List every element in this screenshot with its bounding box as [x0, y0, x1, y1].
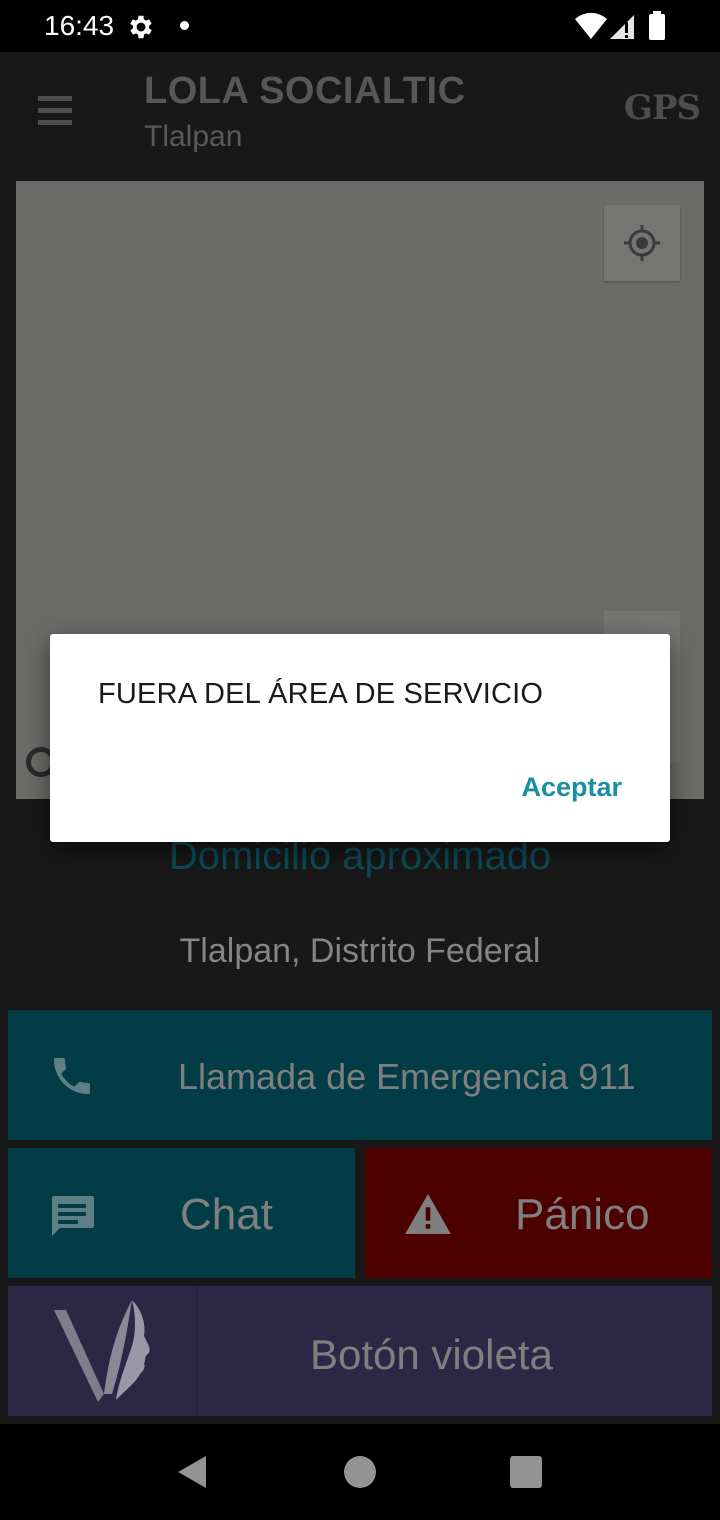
my-location-button[interactable]: [604, 205, 680, 281]
app-title: LOLA SOCIALTIC: [144, 70, 466, 112]
emergency-call-label: Llamada de Emergencia 911: [178, 1056, 636, 1097]
hamburger-icon[interactable]: [38, 94, 74, 128]
address-value: Tlalpan, Distrito Federal: [179, 932, 541, 970]
warning-icon: [405, 1194, 451, 1234]
chat-label: Chat: [180, 1190, 273, 1239]
violet-face-logo: [54, 1300, 150, 1402]
notification-dot-icon: [180, 21, 189, 30]
accept-button[interactable]: Aceptar: [521, 772, 622, 803]
back-icon[interactable]: [176, 1454, 208, 1490]
chat-bubble-icon: [52, 1196, 94, 1236]
home-icon[interactable]: [344, 1456, 376, 1488]
emergency-call-button[interactable]: Llamada de Emergencia 911: [8, 1010, 712, 1140]
panic-label: Pánico: [515, 1190, 650, 1239]
violet-logo-panel: [8, 1286, 198, 1416]
signal-icon: [610, 15, 634, 39]
status-time: 16:43: [44, 10, 115, 41]
battery-icon: [649, 11, 665, 40]
panic-button[interactable]: Pánico: [365, 1148, 712, 1278]
dialog-message: FUERA DEL ÁREA DE SERVICIO: [98, 678, 544, 710]
navigation-bar: [0, 1424, 720, 1520]
phone-icon: [54, 1058, 90, 1094]
chat-button[interactable]: Chat: [8, 1148, 355, 1278]
violet-label: Botón violeta: [310, 1331, 553, 1378]
out-of-service-dialog: FUERA DEL ÁREA DE SERVICIO Aceptar: [50, 634, 670, 842]
violet-button[interactable]: Botón violeta: [8, 1286, 712, 1416]
my-location-icon: [624, 225, 660, 261]
wifi-icon: [575, 12, 607, 39]
app-bar: LOLA SOCIALTIC Tlalpan GPS: [0, 52, 720, 166]
app-subtitle: Tlalpan: [144, 120, 243, 153]
recent-apps-icon[interactable]: [510, 1456, 542, 1488]
gps-button[interactable]: GPS: [624, 88, 701, 128]
settings-icon: [130, 15, 152, 39]
status-bar: 16:43: [0, 0, 720, 52]
